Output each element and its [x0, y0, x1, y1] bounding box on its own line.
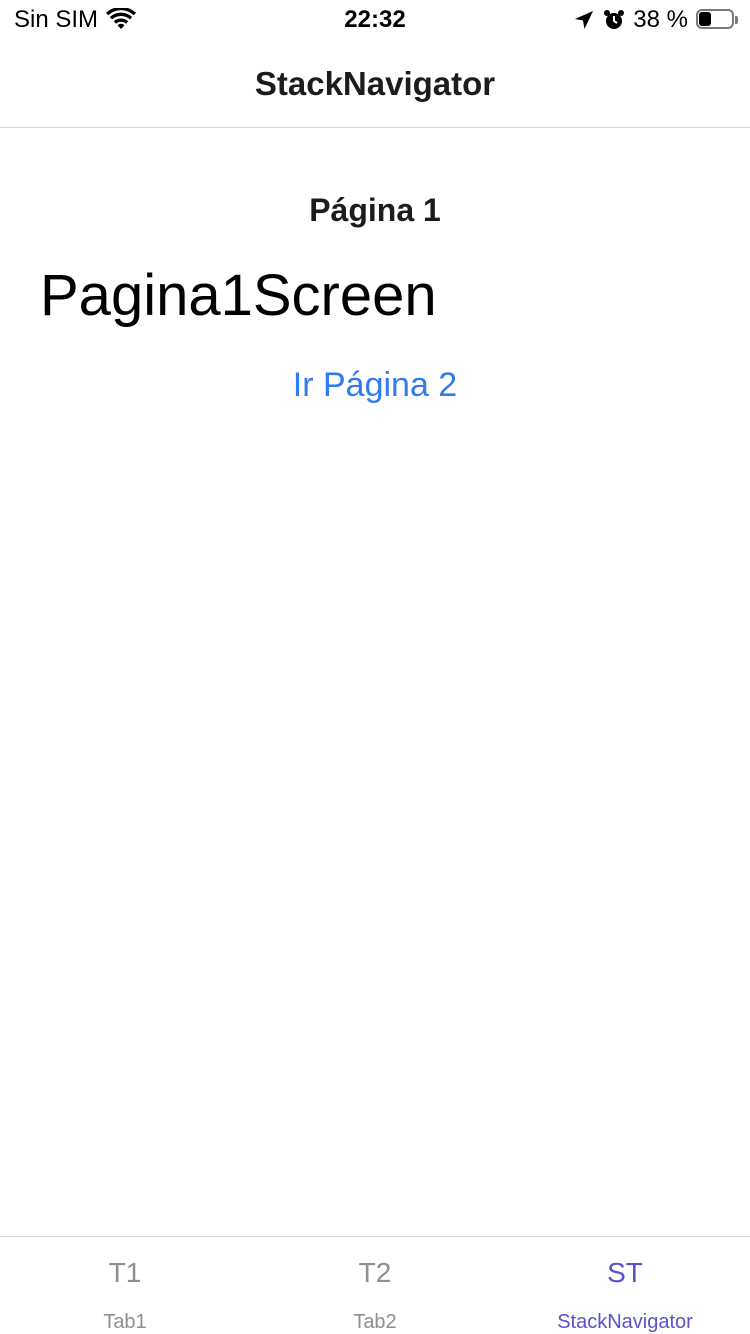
status-bar: Sin SIM 22:32 38 % — [0, 0, 750, 40]
tab-tab2[interactable]: T2 Tab2 — [250, 1237, 500, 1334]
tab1-label: Tab1 — [103, 1311, 147, 1333]
page-heading: Página 1 — [309, 192, 441, 228]
battery-level-fill — [699, 12, 711, 26]
tab-tab1[interactable]: T1 Tab1 — [0, 1237, 250, 1334]
navigation-header: StackNavigator — [0, 40, 750, 128]
tab2-label: Tab2 — [353, 1311, 397, 1333]
tab-bar: T1 Tab1 T2 Tab2 ST StackNavigator — [0, 1236, 750, 1334]
tab2-icon: T2 — [358, 1257, 392, 1288]
screen-name-text: Pagina1Screen — [40, 263, 437, 328]
tab-stack-navigator[interactable]: ST StackNavigator — [500, 1237, 750, 1334]
battery-percentage: 38 % — [633, 6, 688, 33]
location-arrow-icon — [573, 9, 595, 31]
header-title: StackNavigator — [254, 64, 496, 102]
battery-icon — [696, 9, 738, 31]
status-indicators: 38 % — [573, 6, 738, 34]
go-page-2-button[interactable]: Ir Página 2 — [0, 366, 750, 405]
tab1-icon: T1 — [108, 1257, 142, 1288]
main-content: Página 1 Pagina1Screen Ir Página 2 — [0, 128, 750, 1236]
app-screen: Sin SIM 22:32 38 % StackNavigator Página… — [0, 0, 750, 1334]
alarm-clock-icon — [603, 9, 625, 31]
stack-navigator-icon: ST — [607, 1257, 643, 1288]
stack-navigator-label: StackNavigator — [557, 1311, 693, 1333]
